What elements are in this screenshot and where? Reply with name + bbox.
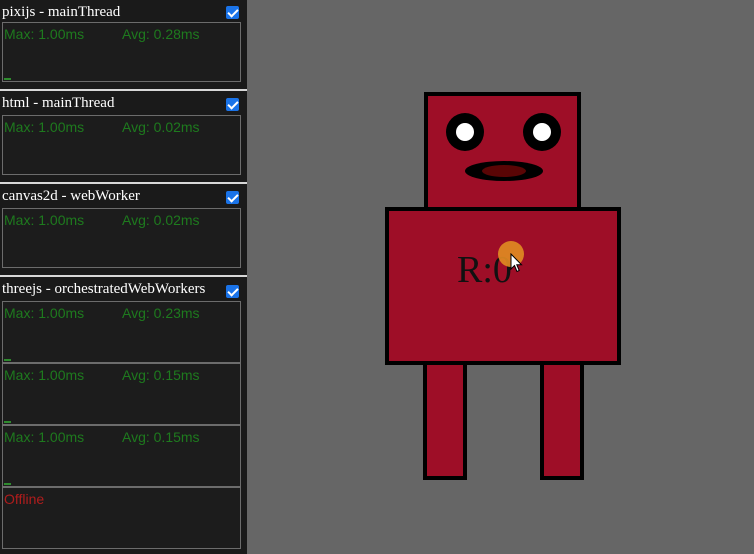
robot-left-eye [446, 113, 484, 151]
frame-time-graph: Max: 1.00ms Avg: 0.15ms [2, 363, 241, 425]
robot-left-leg [423, 361, 467, 480]
panel-title: canvas2d - webWorker [2, 188, 140, 204]
graph-bar [4, 421, 11, 423]
frame-time-graph: Max: 1.00ms Avg: 0.02ms [2, 208, 241, 268]
panel-toggle-checkbox[interactable] [226, 6, 239, 19]
frame-time-graph: Max: 1.00ms Avg: 0.23ms [2, 301, 241, 363]
avg-time-label: Avg: 0.15ms [122, 429, 200, 445]
avg-time-label: Avg: 0.23ms [122, 305, 200, 321]
max-time-label: Max: 1.00ms [4, 119, 85, 135]
graph-bar [4, 78, 11, 80]
panel-title: threejs - orchestratedWebWorkers [2, 281, 206, 297]
max-time-label: Max: 1.00ms [4, 429, 85, 445]
frame-time-graph: Max: 1.00ms Avg: 0.02ms [2, 115, 241, 175]
panel-canvas2d: canvas2d - webWorker Max: 1.00ms Avg: 0.… [0, 184, 247, 275]
panel-title: html - mainThread [2, 95, 115, 111]
avg-time-label: Avg: 0.15ms [122, 367, 200, 383]
robot-right-leg [540, 361, 584, 480]
graph-bar [4, 359, 11, 361]
offline-status: Offline [4, 491, 45, 507]
frame-time-graph: Offline [2, 487, 241, 549]
avg-time-label: Avg: 0.02ms [122, 119, 200, 135]
frame-time-graph: Max: 1.00ms Avg: 0.28ms [2, 22, 241, 82]
panel-threejs: threejs - orchestratedWebWorkers Max: 1.… [0, 277, 247, 554]
panel-toggle-checkbox[interactable] [226, 98, 239, 111]
max-time-label: Max: 1.00ms [4, 305, 85, 321]
robot-right-eye [523, 113, 561, 151]
perf-sidebar: pixijs - mainThread Max: 1.00ms Avg: 0.2… [0, 0, 247, 554]
avg-time-label: Avg: 0.02ms [122, 212, 200, 228]
frame-time-graph: Max: 1.00ms Avg: 0.15ms [2, 425, 241, 487]
mouse-pointer-icon [510, 253, 523, 273]
robot-mouth [465, 161, 543, 181]
max-time-label: Max: 1.00ms [4, 212, 85, 228]
robot-head [424, 92, 581, 212]
avg-time-label: Avg: 0.28ms [122, 26, 200, 42]
panel-toggle-checkbox[interactable] [226, 285, 239, 298]
panel-pixijs: pixijs - mainThread Max: 1.00ms Avg: 0.2… [0, 0, 247, 89]
max-time-label: Max: 1.00ms [4, 367, 85, 383]
graph-bar [4, 483, 11, 485]
panel-toggle-checkbox[interactable] [226, 191, 239, 204]
panel-title: pixijs - mainThread [2, 4, 121, 20]
panel-html: html - mainThread Max: 1.00ms Avg: 0.02m… [0, 91, 247, 182]
max-time-label: Max: 1.00ms [4, 26, 85, 42]
